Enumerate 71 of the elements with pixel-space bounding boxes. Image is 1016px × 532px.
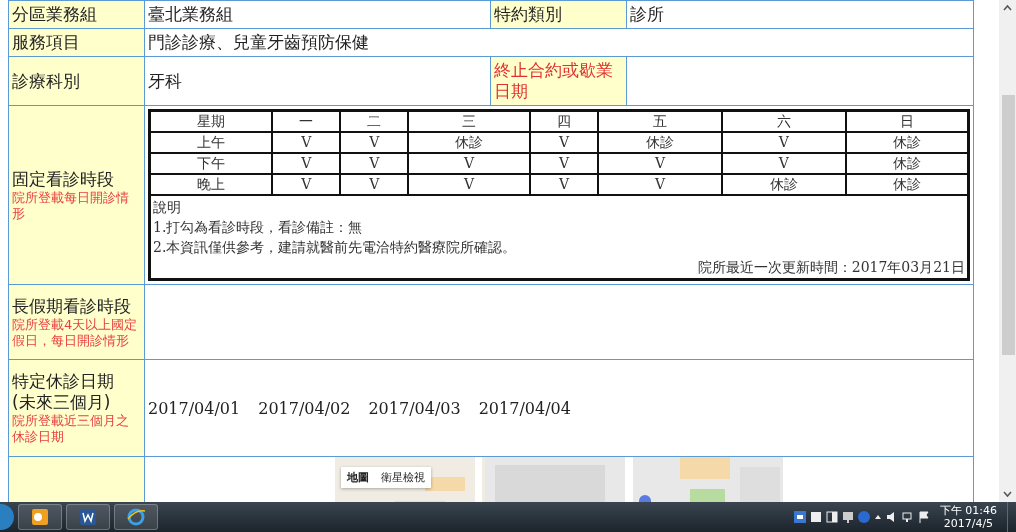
schedule-cell: V (530, 174, 599, 195)
field-hint: 院所登載每日開診情形 (12, 189, 130, 222)
closed-date: 2017/04/01 (148, 397, 241, 419)
note-text: 2.本資訊僅供參考，建請就醫前先電洽特約醫療院所確認。 (153, 238, 518, 257)
schedule-cell: V (598, 174, 722, 195)
field-value: 門診診療、兒童牙齒預防保健 (144, 28, 974, 57)
field-label: 特定休診日期 (未來三個月) (12, 371, 115, 413)
clock[interactable]: 下午 01:46 2017/4/5 (939, 504, 997, 530)
schedule-cell: V (340, 174, 409, 195)
period-cell: 下午 (149, 153, 273, 174)
taskbar-app-button[interactable] (66, 504, 110, 530)
taskbar-app-button[interactable] (18, 504, 62, 530)
browser-icon (125, 506, 147, 528)
note-text: 說明 (153, 198, 182, 217)
schedule-cell: V (721, 153, 846, 174)
field-label: 服務項目 (8, 28, 145, 57)
field-value: 臺北業務組 (144, 0, 491, 29)
note-text: 1.打勾為看診時段，看診備註：無 (153, 218, 364, 237)
map-type-button[interactable]: 衛星檢視 (375, 467, 431, 488)
panel-icon[interactable] (825, 511, 838, 523)
schedule-cell: V (598, 153, 722, 174)
schedule-cell: V (272, 153, 341, 174)
field-hint: 院所登載近三個月之休診日期 (12, 413, 130, 445)
schedule-cell: 休診 (721, 174, 846, 195)
outlook-icon (29, 506, 51, 528)
keyboard-icon[interactable] (793, 511, 806, 523)
weekday-header: 四 (530, 110, 599, 132)
flag-icon[interactable] (917, 511, 930, 523)
field-hint: 院所登載4天以上國定假日，每日開診情形 (12, 316, 139, 349)
scroll-thumb[interactable] (1002, 95, 1015, 355)
weekday-header: 二 (340, 110, 409, 132)
field-label: 特約類別 (490, 0, 627, 29)
schedule-cell: V (530, 153, 599, 174)
period-cell: 晚上 (149, 174, 273, 195)
update-time: 院所最近一次更新時間：2017年03月21日 (696, 258, 965, 277)
field-label: 終止合約或歇業日期 (490, 56, 627, 106)
schedule-cell: 休診 (845, 153, 969, 174)
schedule-cell: 休診 (845, 174, 969, 195)
network-icon[interactable] (901, 511, 914, 523)
weekday-header: 一 (272, 110, 341, 132)
document-icon (77, 506, 99, 528)
field-value: 診所 (626, 0, 974, 29)
field-value: 牙科 (144, 56, 491, 106)
field-label: 長假期看診時段 (12, 295, 132, 317)
weekday-header: 五 (598, 110, 722, 132)
period-cell: 上午 (149, 132, 273, 153)
square-icon[interactable] (809, 511, 822, 523)
closed-date: 2017/04/02 (258, 397, 351, 419)
weekday-header: 六 (721, 110, 846, 132)
schedule-cell: 休診 (408, 132, 531, 153)
taskbar-app-button[interactable] (114, 504, 158, 530)
schedule-cell: V (272, 174, 341, 195)
schedule-cell: V (530, 132, 599, 153)
schedule-cell: 休診 (598, 132, 722, 153)
monitor-icon[interactable] (841, 511, 854, 523)
schedule-cell: V (340, 132, 409, 153)
field-label: 分區業務組 (8, 0, 145, 29)
schedule-cell: 休診 (845, 132, 969, 153)
closed-date: 2017/04/03 (368, 397, 461, 419)
schedule-cell: V (408, 153, 531, 174)
weekday-header: 三 (408, 110, 531, 132)
field-label: 診療科別 (8, 56, 145, 106)
schedule-cell: V (721, 132, 846, 153)
map-type-button[interactable]: 地圖 (341, 467, 375, 488)
weekday-header: 星期 (149, 110, 273, 132)
start-button[interactable] (0, 504, 14, 530)
field-label: 固定看診時段 (12, 168, 115, 190)
schedule-cell: V (272, 132, 341, 153)
schedule-cell: V (340, 153, 409, 174)
closed-date: 2017/04/04 (478, 397, 571, 419)
schedule-cell: V (408, 174, 531, 195)
